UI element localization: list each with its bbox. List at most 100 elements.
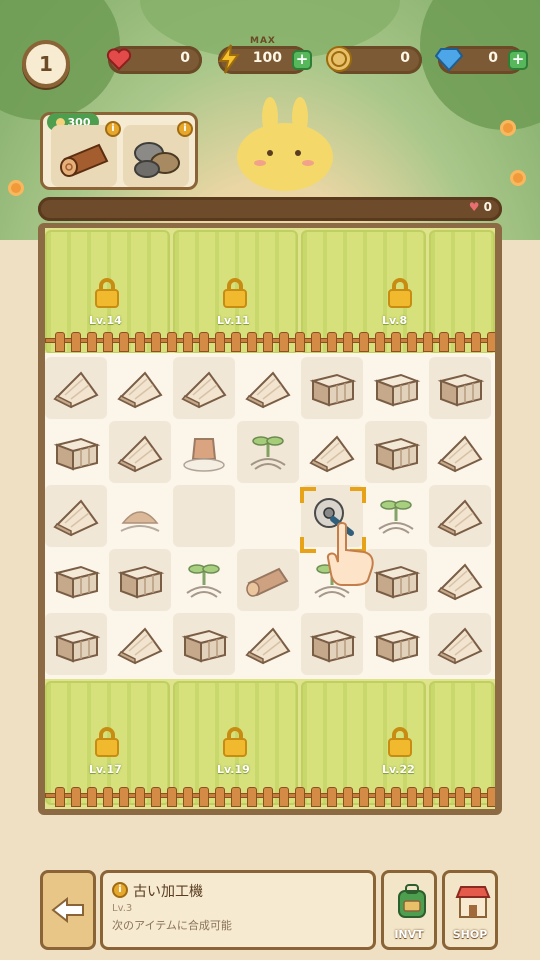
wedge-icon[interactable] xyxy=(435,429,485,475)
board-cell[interactable] xyxy=(173,485,235,547)
info-icon[interactable]: i xyxy=(105,121,121,137)
inventory-label: INVT xyxy=(394,928,424,941)
board-cell[interactable] xyxy=(365,421,427,483)
board-cell[interactable] xyxy=(173,613,235,675)
sprout-roots-icon[interactable] xyxy=(243,429,293,475)
board-cell[interactable] xyxy=(429,357,491,419)
board-cell[interactable] xyxy=(45,485,107,547)
board-cell[interactable] xyxy=(45,357,107,419)
board-cell[interactable] xyxy=(109,357,171,419)
wedge-icon[interactable] xyxy=(115,429,165,475)
fence xyxy=(45,787,495,807)
lock-icon[interactable] xyxy=(388,727,412,757)
board-cell[interactable] xyxy=(109,485,171,547)
board-cell[interactable] xyxy=(173,357,235,419)
board-cell[interactable] xyxy=(109,549,171,611)
board-cell[interactable] xyxy=(237,485,299,547)
inventory-button[interactable]: INVT xyxy=(381,870,437,950)
lock-icon[interactable] xyxy=(388,278,412,308)
wedge-icon[interactable] xyxy=(243,621,293,667)
progress-bar: ♥ 0 xyxy=(38,197,502,221)
backpack-icon xyxy=(398,884,426,918)
mascot-icon xyxy=(237,97,333,191)
back-button[interactable] xyxy=(40,870,96,950)
wedge-icon[interactable] xyxy=(115,621,165,667)
lock-icon[interactable] xyxy=(223,278,247,308)
lock-icon[interactable] xyxy=(95,727,119,757)
board-cell[interactable] xyxy=(429,613,491,675)
board-cell[interactable] xyxy=(45,613,107,675)
shop-button[interactable]: SHOP xyxy=(442,870,498,950)
hearts-counter: 0 xyxy=(106,46,202,74)
wedge-icon[interactable] xyxy=(115,365,165,411)
board-cell[interactable] xyxy=(45,421,107,483)
locked-area-top: Lv.14 Lv.11 Lv.8 xyxy=(45,228,495,354)
coins-counter: 0 xyxy=(326,46,422,74)
board-cell[interactable] xyxy=(429,549,491,611)
order-card[interactable]: 300 i i xyxy=(40,112,198,190)
wedge-icon[interactable] xyxy=(243,365,293,411)
board-cell[interactable] xyxy=(301,613,363,675)
energy-value: 100 xyxy=(252,50,282,66)
info-icon[interactable]: i xyxy=(177,121,193,137)
merge-board: Lv.14 Lv.11 Lv.8 Lv.17 Lv.19 Lv.22 xyxy=(38,223,502,815)
unlock-level-label: Lv.22 xyxy=(382,763,415,776)
shop-label: SHOP xyxy=(452,928,488,941)
unlock-level-label: Lv.19 xyxy=(217,763,250,776)
stones-icon xyxy=(134,142,180,178)
item-title: 古い加工機 xyxy=(133,884,203,900)
board-cell[interactable] xyxy=(301,421,363,483)
stump-icon[interactable] xyxy=(179,429,229,475)
wedge-icon[interactable] xyxy=(51,365,101,411)
board-cell[interactable] xyxy=(301,357,363,419)
box-icon[interactable] xyxy=(371,621,421,667)
board-cell[interactable] xyxy=(237,357,299,419)
box-icon[interactable] xyxy=(371,365,421,411)
wedge-icon[interactable] xyxy=(51,493,101,539)
fence xyxy=(45,332,495,352)
wedge-icon[interactable] xyxy=(435,557,485,603)
board-cell[interactable] xyxy=(45,549,107,611)
board-cell[interactable] xyxy=(173,549,235,611)
wedge-icon[interactable] xyxy=(179,365,229,411)
board-cell[interactable] xyxy=(237,421,299,483)
logs-icon[interactable] xyxy=(243,557,293,603)
energy-counter: 100 + xyxy=(218,44,312,74)
sprout-roots-icon[interactable] xyxy=(179,557,229,603)
box-icon[interactable] xyxy=(307,621,357,667)
board-cell[interactable] xyxy=(237,613,299,675)
order-item-stones[interactable]: i xyxy=(123,121,193,187)
board-cell[interactable] xyxy=(429,421,491,483)
arrow-left-icon xyxy=(51,897,84,923)
box-icon[interactable] xyxy=(115,557,165,603)
order-item-log[interactable]: i xyxy=(51,121,121,187)
wedge-icon[interactable] xyxy=(307,429,357,475)
add-energy-button[interactable]: + xyxy=(292,50,312,70)
board-cell[interactable] xyxy=(365,357,427,419)
box-icon[interactable] xyxy=(51,621,101,667)
board-cell[interactable] xyxy=(109,613,171,675)
locked-area-bottom: Lv.17 Lv.19 Lv.22 xyxy=(45,679,495,809)
board-cell[interactable] xyxy=(109,421,171,483)
box-icon[interactable] xyxy=(435,365,485,411)
dirt-pile-icon[interactable] xyxy=(115,493,165,539)
box-icon[interactable] xyxy=(371,557,421,603)
box-icon[interactable] xyxy=(179,621,229,667)
board-cell[interactable] xyxy=(173,421,235,483)
wedge-icon[interactable] xyxy=(435,493,485,539)
board-cell[interactable] xyxy=(429,485,491,547)
board-cell[interactable] xyxy=(365,613,427,675)
wedge-icon[interactable] xyxy=(435,621,485,667)
add-gems-button[interactable]: + xyxy=(508,50,528,70)
sprout-roots-icon[interactable] xyxy=(371,493,421,539)
box-icon[interactable] xyxy=(51,557,101,603)
box-icon[interactable] xyxy=(307,365,357,411)
box-icon[interactable] xyxy=(51,429,101,475)
box-icon[interactable] xyxy=(371,429,421,475)
lock-icon[interactable] xyxy=(223,727,247,757)
player-level-badge[interactable]: 1 xyxy=(22,40,70,88)
player-level: 1 xyxy=(39,52,53,76)
lock-icon[interactable] xyxy=(95,278,119,308)
item-level: Lv.3 xyxy=(112,903,133,914)
board-cell[interactable] xyxy=(237,549,299,611)
